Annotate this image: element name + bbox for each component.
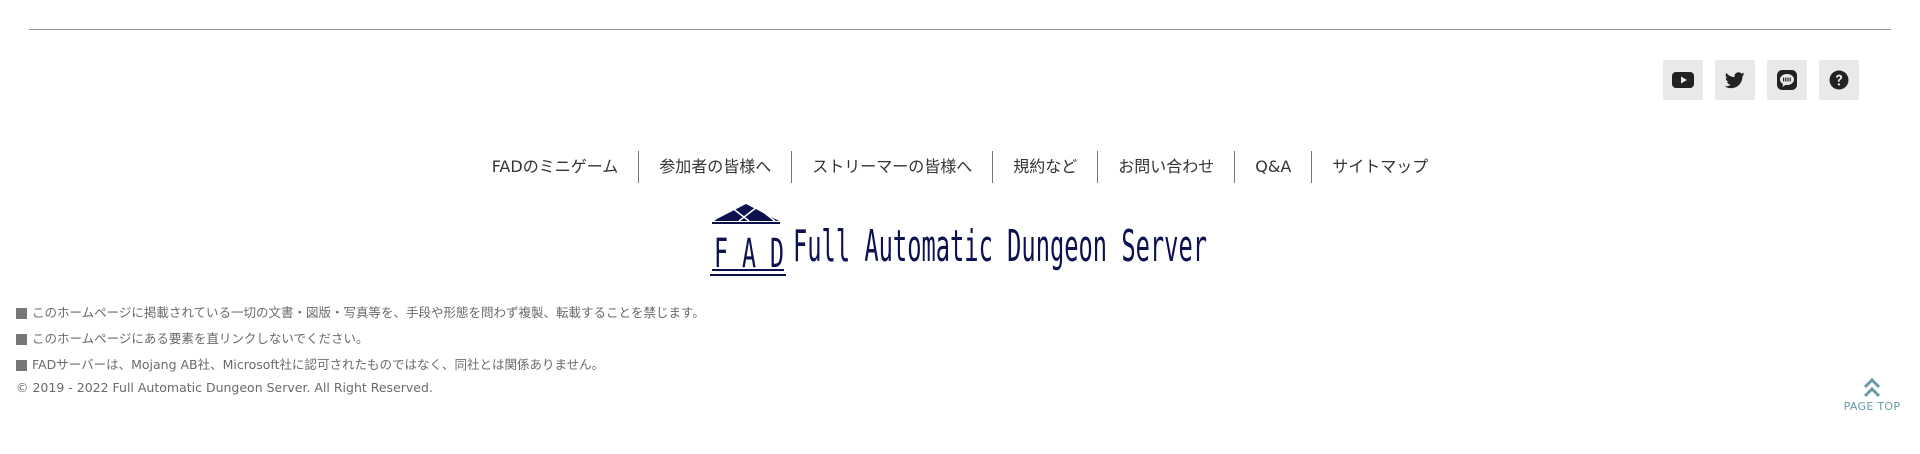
bullet-square-icon <box>16 359 27 371</box>
footer-nav: FADのミニゲーム 参加者の皆様へ ストリーマーの皆様へ 規約など お問い合わせ… <box>0 151 1920 183</box>
page-top-button[interactable]: PAGE TOP <box>1840 378 1904 413</box>
footer-notes: このホームページに掲載されている一切の文書・図版・写真等を、手段や形態を問わず複… <box>16 300 705 398</box>
nav-item-streamers[interactable]: ストリーマーの皆様へ <box>791 151 992 183</box>
note-line: FADサーバーは、Mojang AB社、Microsoft社に認可されたものでは… <box>16 352 705 378</box>
nav-item-contact[interactable]: お問い合わせ <box>1097 151 1234 183</box>
nav-item-terms[interactable]: 規約など <box>992 151 1097 183</box>
twitter-button[interactable] <box>1715 60 1755 100</box>
bullet-square-icon <box>16 307 27 319</box>
line-button[interactable] <box>1767 60 1807 100</box>
help-icon <box>1829 70 1849 90</box>
bullet-square-icon <box>16 333 27 345</box>
page-top-label: PAGE TOP <box>1843 400 1901 413</box>
note-text: このホームページにある要素を直リンクしないでください。 <box>32 331 369 346</box>
footer-divider <box>29 29 1891 30</box>
logo-wordmark: Full Automatic Dungeon Server <box>793 221 1207 272</box>
note-line: このホームページに掲載されている一切の文書・図版・写真等を、手段や形態を問わず複… <box>16 300 705 326</box>
nav-item-sitemap[interactable]: サイトマップ <box>1311 151 1448 183</box>
note-text: このホームページに掲載されている一切の文書・図版・写真等を、手段や形態を問わず複… <box>32 305 705 320</box>
logo-mark-text: F A D <box>714 231 784 277</box>
youtube-icon <box>1672 72 1694 88</box>
nav-item-qa[interactable]: Q&A <box>1234 151 1311 183</box>
copyright: © 2019 - 2022 Full Automatic Dungeon Ser… <box>16 380 433 395</box>
site-logo[interactable]: F A D Full Automatic Dungeon Server <box>709 203 1212 278</box>
youtube-button[interactable] <box>1663 60 1703 100</box>
line-icon <box>1777 70 1797 90</box>
nav-item-participants[interactable]: 参加者の皆様へ <box>638 151 791 183</box>
help-button[interactable] <box>1819 60 1859 100</box>
double-chevron-up-icon <box>1863 378 1881 398</box>
twitter-icon <box>1725 71 1745 88</box>
nav-item-minigame[interactable]: FADのミニゲーム <box>472 151 639 183</box>
note-text: FADサーバーは、Mojang AB社、Microsoft社に認可されたものでは… <box>32 357 605 372</box>
social-links <box>1663 60 1859 100</box>
note-line: このホームページにある要素を直リンクしないでください。 <box>16 326 705 352</box>
